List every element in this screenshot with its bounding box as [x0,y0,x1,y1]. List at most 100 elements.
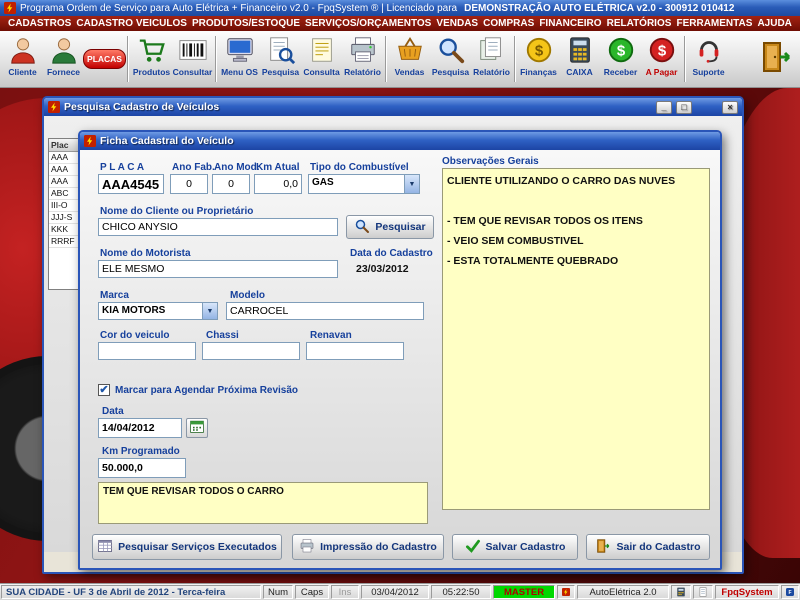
motorista-input[interactable] [98,260,338,278]
toolbar-button-pesquisa-os[interactable]: Pesquisa [260,32,301,86]
plates-grid-row[interactable]: JJJ-S [49,212,78,224]
toolbar-button-vendas[interactable]: Vendas [389,32,430,86]
cliente-label: Nome do Cliente ou Proprietário [100,206,254,217]
toolbar-button-receber[interactable]: $ Receber [600,32,641,86]
pesquisar-cliente-label: Pesquisar [375,221,426,233]
menu-ajuda[interactable]: AJUDA [757,18,791,29]
menu-vendas[interactable]: VENDAS [436,18,478,29]
toolbar-button-pesquisa-vendas[interactable]: Pesquisa [430,32,471,86]
modelo-input[interactable] [226,302,424,320]
app-titlebar: Programa Ordem de Serviço para Auto Elét… [0,0,800,16]
toolbar-button-a-pagar[interactable]: $ A Pagar [641,32,682,86]
sair-cadastro-button[interactable]: Sair do Cadastro [586,534,710,560]
minimize-button[interactable]: _ [656,100,672,114]
menu-compras[interactable]: COMPRAS [483,18,534,29]
toolbar-button-relatorio-vendas[interactable]: Relatório [471,32,512,86]
data-revisao-input[interactable] [98,418,182,438]
combustivel-select[interactable]: GAS ▼ [308,174,420,194]
toolbar-button-menu-os[interactable]: Menu OS [219,32,260,86]
renavan-input[interactable] [306,342,404,360]
toolbar-label: Suporte [692,67,725,77]
window-icon [48,101,60,113]
toolbar-button-consultar[interactable]: Consultar [172,32,213,86]
impressao-cadastro-label: Impressão do Cadastro [320,541,437,553]
toolbar-button-suporte[interactable]: Suporte [688,32,729,86]
km-atual-input[interactable] [254,174,302,194]
toolbar-button-cliente[interactable]: Cliente [2,32,43,86]
calendar-icon [189,418,205,439]
plates-grid-row[interactable]: ABC [49,188,78,200]
renavan-label: Renavan [310,330,352,341]
ano-mod-input[interactable] [212,174,250,194]
plates-grid-row[interactable]: AAA [49,152,78,164]
impressao-cadastro-button[interactable]: Impressão do Cadastro [292,534,444,560]
menu-cadastros[interactable]: CADASTROS [8,18,71,29]
toolbar-button-financas[interactable]: $ Finanças [518,32,559,86]
outer-window-title: Pesquisa Cadastro de Veículos [64,101,220,113]
toolbar-button-caixa[interactable]: CAIXA [559,32,600,86]
toolbar-label: Pesquisa [431,67,470,77]
status-caps-lock: Caps [295,585,329,599]
toolbar-button-relatorio-os[interactable]: Relatório [342,32,383,86]
menu-produtos-estoque[interactable]: PRODUTOS/ESTOQUE [192,18,300,29]
inner-window-titlebar[interactable]: Ficha Cadastral do Veículo [80,132,720,150]
data-revisao-label: Data [102,406,124,417]
toolbar-label: Receber [603,67,638,77]
exit-door-icon [595,538,611,557]
placa-input[interactable] [98,174,164,194]
toolbar-label: Relatório [473,67,510,77]
pesquisar-servicos-button[interactable]: Pesquisar Serviços Executados [92,534,282,560]
toolbar-button-fornecedor[interactable]: Fornece [43,32,84,86]
calendar-button[interactable] [186,418,208,438]
outer-window-titlebar[interactable]: Pesquisa Cadastro de Veículos _ □ × [44,98,742,116]
status-sheet-icon[interactable] [693,585,713,599]
menu-financeiro[interactable]: FINANCEIRO [539,18,601,29]
supplier-icon [49,35,79,65]
menu-cadastro-veiculos[interactable]: CADASTRO VEICULOS [76,18,187,29]
cliente-input[interactable] [98,218,338,236]
salvar-cadastro-label: Salvar Cadastro [485,541,566,553]
status-num-lock: Num [263,585,293,599]
km-programado-label: Km Programado [102,446,180,457]
toolbar: Cliente Fornece PLACAS Produtos Consulta… [0,31,800,88]
toolbar-button-produtos[interactable]: Produtos [131,32,172,86]
plates-grid-header: Plac [49,139,78,152]
km-atual-label: Km Atual [256,162,300,173]
revisao-checkbox[interactable]: ✔ Marcar para Agendar Próxima Revisão [98,384,298,396]
toolbar-label: CAIXA [566,67,593,77]
monitor-icon [225,35,255,65]
vehicle-form: P L A C A Ano Fab. Ano Mod. Km Atual Tip… [80,150,720,568]
toolbar-label: Consultar [172,67,213,77]
basket-icon [395,35,425,65]
plates-grid-row[interactable]: AAA [49,164,78,176]
salvar-cadastro-button[interactable]: Salvar Cadastro [452,534,578,560]
red-dollar-icon: $ [647,35,677,65]
close-button[interactable]: × [722,100,738,114]
marca-select[interactable]: KIA MOTORS ▼ [98,302,218,320]
toolbar-separator [385,36,387,82]
exit-button[interactable] [754,32,798,86]
revisao-note-textarea[interactable]: TEM QUE REVISAR TODOS O CARRO [98,482,428,524]
km-programado-input[interactable] [98,458,186,478]
plates-grid-row[interactable]: III-O [49,200,78,212]
toolbar-button-placas[interactable]: PLACAS [83,32,126,86]
ano-fab-label: Ano Fab. [172,162,215,173]
plates-grid-row[interactable]: KKK [49,224,78,236]
cor-input[interactable] [98,342,196,360]
plates-grid-row[interactable]: AAA [49,176,78,188]
toolbar-separator [127,36,129,82]
motorista-label: Nome do Motorista [100,248,191,259]
menu-servicos-orcamentos[interactable]: SERVIÇOS/ORÇAMENTOS [305,18,431,29]
observacoes-textarea[interactable]: CLIENTE UTILIZANDO O CARRO DAS NUVES - T… [442,168,710,510]
menu-relatorios[interactable]: RELATÓRIOS [607,18,672,29]
toolbar-button-consulta-os[interactable]: Consulta [301,32,342,86]
plates-grid-row[interactable]: RRRF [49,236,78,248]
chassi-input[interactable] [202,342,300,360]
status-calculator-icon[interactable] [671,585,691,599]
ano-fab-input[interactable] [170,174,208,194]
menu-ferramentas[interactable]: FERRAMENTAS [676,18,752,29]
maximize-button[interactable]: □ [676,100,692,114]
exit-door-icon [758,39,794,80]
pesquisar-cliente-button[interactable]: Pesquisar [346,215,434,239]
plates-grid[interactable]: Plac AAA AAA AAA ABC III-O JJJ-S KKK RRR… [48,138,79,290]
